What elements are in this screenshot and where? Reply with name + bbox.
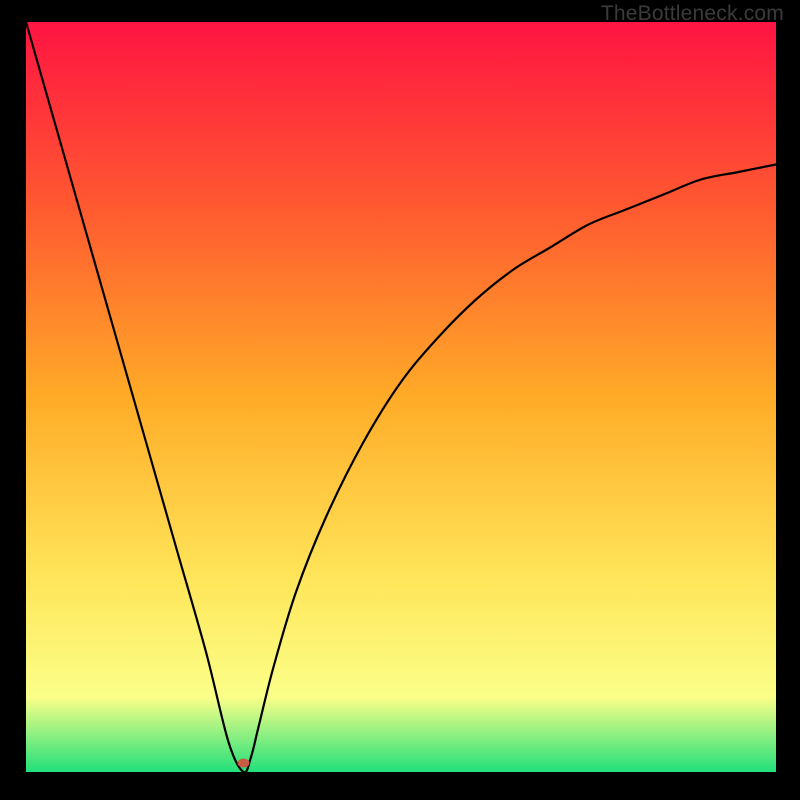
gradient-background (26, 22, 776, 772)
plot-area (26, 22, 776, 772)
chart-root: TheBottleneck.com (0, 0, 800, 800)
chart-svg (26, 22, 776, 772)
minimum-marker (238, 759, 250, 768)
